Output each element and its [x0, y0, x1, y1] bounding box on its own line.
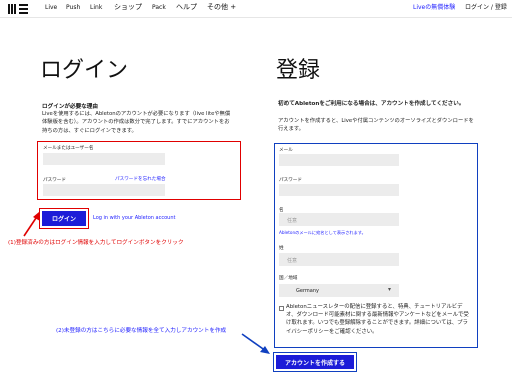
nav-item-pack[interactable]: Pack: [152, 4, 166, 12]
last-name-label: 姓: [279, 246, 284, 251]
password-input[interactable]: [43, 184, 165, 196]
blue-arrow-icon: [241, 333, 270, 354]
newsletter-text: Abletonニュースレターの配信に登録すると、特典、チュートリアルビデオ、ダウ…: [286, 304, 469, 335]
nav-item-live[interactable]: Live: [45, 4, 57, 12]
register-annotation: (2)未登録の方はこちらに必要な情報を全て入力しアカウントを作成: [56, 328, 227, 334]
nav-item-help[interactable]: ヘルプ: [176, 3, 197, 11]
chevron-down-icon: ▾: [388, 286, 392, 293]
register-title: 登録: [276, 58, 321, 83]
newsletter-checkbox[interactable]: [279, 306, 284, 311]
country-value: Germany: [296, 288, 319, 294]
username-label: メールまたはユーザー名: [43, 146, 94, 151]
register-subtitle: 初めてAbletonをご利用になる場合は、アカウントを作成してください。: [278, 101, 465, 107]
country-label: 国／地域: [279, 276, 298, 281]
login-subtitle: ログインが必要な理由: [42, 104, 98, 110]
username-input[interactable]: [43, 153, 165, 165]
nav-item-link[interactable]: Link: [90, 4, 102, 12]
last-name-placeholder: 任意: [287, 258, 298, 264]
nav-item-shop[interactable]: ショップ: [114, 3, 142, 11]
top-nav: Live Push Link ショップ Pack ヘルプ その他 + Liveの…: [0, 0, 512, 18]
register-password-input[interactable]: [279, 184, 399, 196]
email-label: メール: [279, 148, 293, 153]
register-password-label: パスワード: [279, 178, 302, 183]
first-name-hint: Abletonのメールに宛名として表示されます。: [279, 230, 366, 235]
nav-promo-link[interactable]: Liveの無償体験: [413, 4, 455, 12]
red-arrow-icon: [23, 212, 40, 237]
ableton-logo[interactable]: [8, 4, 28, 14]
first-name-placeholder: 任意: [287, 218, 298, 224]
email-input[interactable]: [279, 154, 399, 166]
create-account-button[interactable]: アカウントを作成する: [276, 355, 354, 369]
login-description: Liveを使用するには、Abletonのアカウントが必要になります（live l…: [42, 111, 231, 134]
login-annotation: (1)登録済みの方はログイン情報を入力してログインボタンをクリック: [8, 240, 184, 246]
nav-login-link[interactable]: ログイン / 登録: [465, 4, 507, 12]
nav-item-more[interactable]: その他 +: [207, 3, 236, 11]
ableton-login-link[interactable]: Log in with your Ableton account: [93, 215, 175, 221]
forgot-password-link[interactable]: パスワードを忘れた場合: [115, 176, 166, 182]
password-label: パスワード: [43, 178, 66, 183]
nav-item-push[interactable]: Push: [66, 4, 80, 12]
login-button[interactable]: ログイン: [42, 211, 86, 226]
register-description: アカウントを作成すると、Liveや付属コンテンツのオーソライズとダウンロードを行…: [278, 118, 474, 133]
login-title: ログイン: [40, 58, 129, 83]
